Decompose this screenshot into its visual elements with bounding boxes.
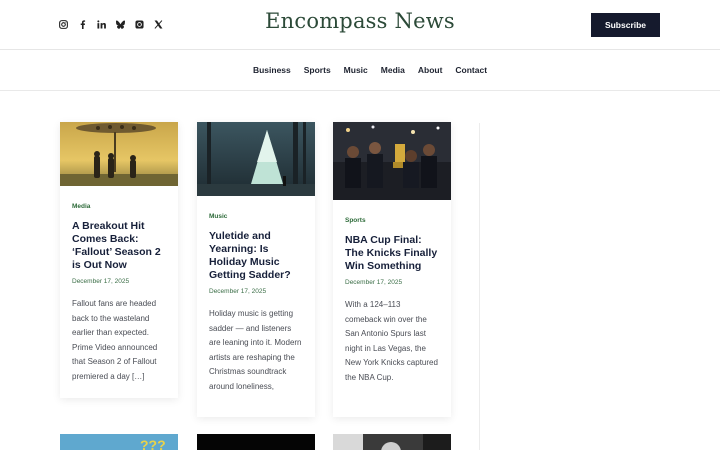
article-image-fallout[interactable] [60, 122, 178, 186]
article-date: December 17, 2025 [209, 288, 267, 295]
article-excerpt: With a 124–113 comeback win over the San… [345, 300, 438, 382]
nav-item-about[interactable]: About [418, 65, 443, 75]
article-image-next-3[interactable] [333, 434, 451, 450]
article-category[interactable]: Music [209, 213, 303, 220]
article-category[interactable]: Sports [345, 217, 439, 224]
top-bar: Encompass News Subscribe [0, 0, 720, 50]
article-excerpt: Fallout fans are headed back to the wast… [72, 299, 158, 381]
article-date: December 17, 2025 [72, 278, 130, 285]
article-image-knicks[interactable] [333, 122, 451, 200]
site-title: Encompass News [265, 9, 455, 33]
article-title[interactable]: NBA Cup Final: The Knicks Finally Win So… [345, 234, 439, 273]
article-image-next-1[interactable]: ??? [60, 434, 178, 450]
nav-item-sports[interactable]: Sports [304, 65, 331, 75]
article-excerpt: Holiday music is getting sadder — and li… [209, 309, 302, 391]
subscribe-button[interactable]: Subscribe [591, 13, 660, 37]
article-title[interactable]: A Breakout Hit Comes Back: ‘Fallout’ Sea… [72, 220, 166, 272]
nav-item-music[interactable]: Music [344, 65, 368, 75]
main-navigation: Business Sports Music Media About Contac… [0, 50, 720, 91]
nav-item-contact[interactable]: Contact [455, 65, 487, 75]
article-category[interactable]: Media [72, 203, 166, 210]
article-card-holiday-music[interactable]: Music Yuletide and Yearning: Is Holiday … [197, 122, 315, 417]
article-grid: Media A Breakout Hit Comes Back: ‘Fallou… [0, 91, 720, 450]
article-image-next-2[interactable] [197, 434, 315, 450]
article-date: December 17, 2025 [345, 279, 403, 286]
article-title[interactable]: Yuletide and Yearning: Is Holiday Music … [209, 230, 303, 282]
article-card-knicks[interactable]: Sports NBA Cup Final: The Knicks Finally… [333, 122, 451, 417]
sidebar-divider [479, 123, 480, 450]
nav-item-business[interactable]: Business [253, 65, 291, 75]
nav-item-media[interactable]: Media [381, 65, 405, 75]
article-card-fallout[interactable]: Media A Breakout Hit Comes Back: ‘Fallou… [60, 122, 178, 398]
svg-text:???: ??? [140, 437, 166, 450]
article-image-holiday-music[interactable] [197, 122, 315, 196]
